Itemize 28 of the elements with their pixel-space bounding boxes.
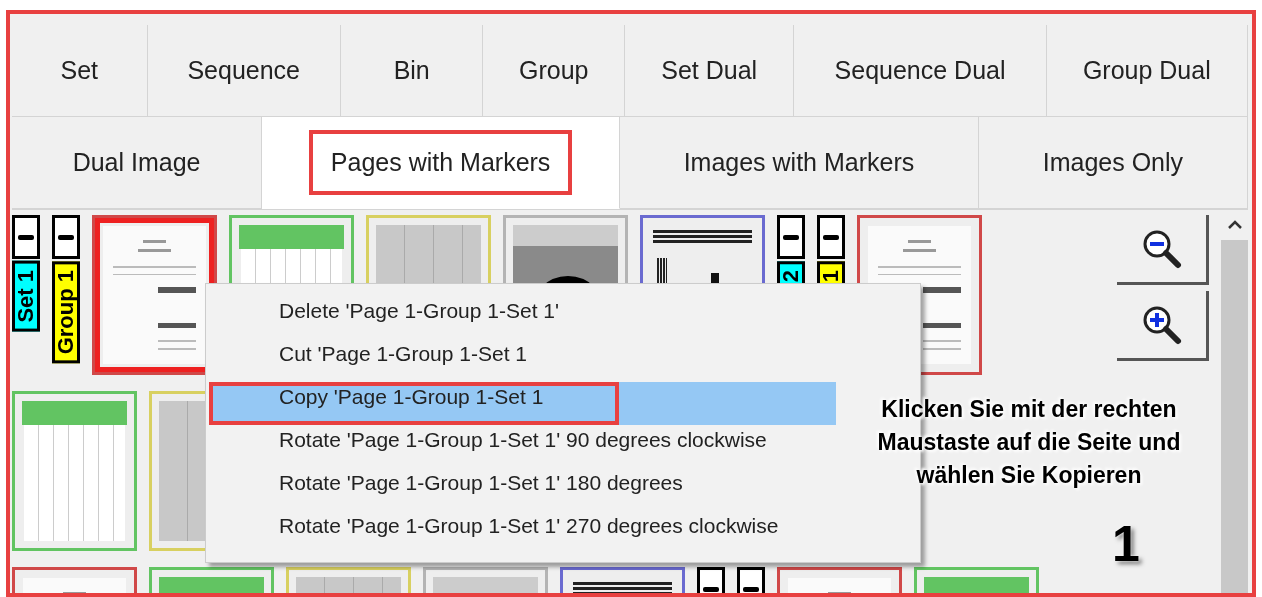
minus-icon — [58, 234, 74, 240]
tab[interactable]: Set — [12, 25, 148, 117]
scroll-up-icon[interactable] — [1226, 220, 1243, 230]
menu-item[interactable]: Delete 'Page 1-Group 1-Set 1' — [210, 296, 836, 339]
marker-label[interactable]: Group 1 — [52, 261, 80, 364]
scrollbar[interactable] — [1221, 210, 1248, 593]
tab[interactable]: Bin — [340, 25, 484, 117]
page-thumbnail[interactable] — [12, 391, 137, 551]
tab[interactable]: Images with Markers — [620, 117, 979, 209]
minus-icon — [783, 234, 799, 240]
tab[interactable]: Group — [483, 25, 625, 117]
tab[interactable]: Pages with Markers — [262, 117, 621, 209]
step-number: 1 — [1112, 515, 1140, 573]
minus-icon — [18, 234, 34, 240]
menu-item[interactable]: Cut 'Page 1-Group 1-Set 1 — [210, 339, 836, 382]
marker-label[interactable]: Set 1 — [12, 261, 40, 332]
tab[interactable]: Sequence Dual — [794, 25, 1047, 117]
menu-item[interactable]: Rotate 'Page 1-Group 1-Set 1' 180 degrees — [210, 468, 836, 511]
page-thumbnail[interactable] — [92, 215, 217, 375]
menu-item[interactable]: Rotate 'Page 1-Group 1-Set 1' 90 degrees clockwise — [210, 425, 836, 468]
instruction-text: Klicken Sie mit der rechten Maustaste auf die Seite und wählen Sie Kopieren — [876, 395, 1182, 490]
tab[interactable]: Sequence — [147, 25, 341, 117]
menu-item[interactable]: Rotate 'Page 1-Group 1-Set 1' 270 degrees clockwise — [210, 511, 836, 554]
tab[interactable]: Group Dual — [1046, 25, 1248, 117]
minus-icon — [823, 234, 839, 240]
tab[interactable]: Set Dual — [625, 25, 795, 117]
tab[interactable]: Images Only — [978, 117, 1248, 209]
tab[interactable]: Dual Image — [12, 117, 263, 209]
